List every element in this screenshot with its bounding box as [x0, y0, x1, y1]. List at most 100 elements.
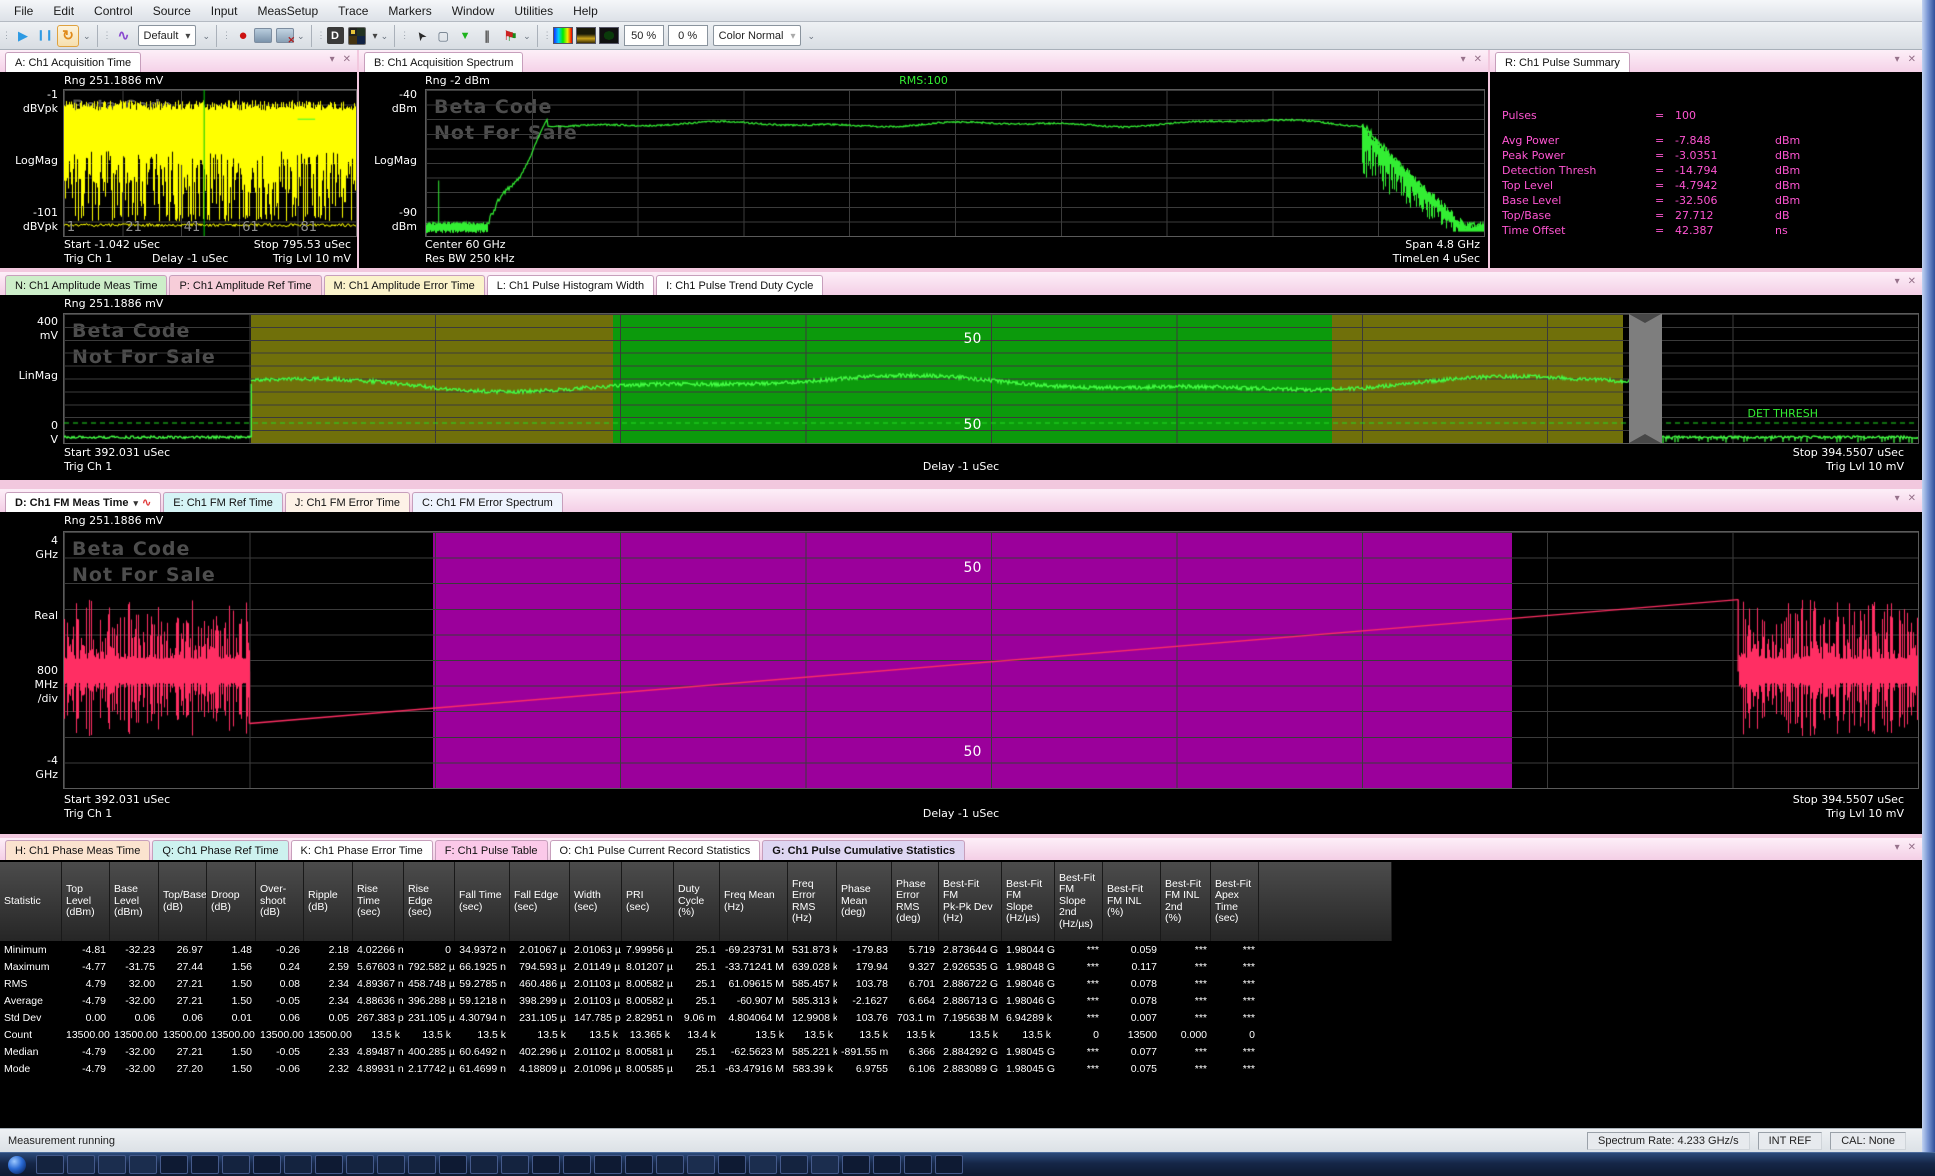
taskbar-item[interactable] — [377, 1155, 405, 1174]
start-button[interactable] — [8, 1156, 26, 1174]
amplitude-tab-0[interactable]: N: Ch1 Amplitude Meas Time — [5, 275, 167, 295]
taskbar-item[interactable] — [315, 1155, 343, 1174]
acq-time-plot[interactable]: Beta CodeNot For Sale 121416181 — [63, 89, 357, 237]
tab-pulse-summary[interactable]: R: Ch1 Pulse Summary — [1495, 52, 1630, 72]
tab-acquisition-time[interactable]: A: Ch1 Acquisition Time — [5, 52, 141, 72]
table-row[interactable]: Median-4.79-32.0027.211.50-0.052.334.894… — [0, 1043, 1259, 1060]
phase-tab-0[interactable]: H: Ch1 Phase Meas Time — [5, 840, 150, 860]
trigger-icon[interactable] — [114, 26, 134, 46]
taskbar-item[interactable] — [842, 1155, 870, 1174]
collapse-icon[interactable] — [1895, 493, 1900, 504]
taskbar-item[interactable] — [904, 1155, 932, 1174]
close-icon[interactable] — [1908, 54, 1916, 65]
menu-control[interactable]: Control — [84, 2, 143, 20]
taskbar-item[interactable] — [439, 1155, 467, 1174]
trace-d-button[interactable]: D — [327, 27, 344, 44]
taskbar-item[interactable] — [98, 1155, 126, 1174]
layout-grid-icon[interactable] — [348, 27, 366, 45]
pause-button[interactable] — [35, 26, 55, 46]
amplitude-tab-1[interactable]: P: Ch1 Amplitude Ref Time — [169, 275, 321, 295]
taskbar-item[interactable] — [532, 1155, 560, 1174]
taskbar-item[interactable] — [811, 1155, 839, 1174]
taskbar-item[interactable] — [470, 1155, 498, 1174]
marker-triangle-icon[interactable] — [455, 26, 475, 46]
taskbar-item[interactable] — [160, 1155, 188, 1174]
taskbar-item[interactable] — [36, 1155, 64, 1174]
colormap-spectrum-icon[interactable] — [576, 27, 596, 44]
taskbar-item[interactable] — [718, 1155, 746, 1174]
table-row[interactable]: Average-4.79-32.0027.211.50-0.052.344.88… — [0, 992, 1259, 1009]
intensity-percent-field[interactable]: 50 % — [624, 25, 664, 46]
delete-trace-icon[interactable] — [276, 28, 294, 43]
preset-select[interactable]: Default — [138, 25, 197, 46]
collapse-icon[interactable] — [1895, 54, 1900, 65]
acq-spectrum-plot[interactable]: Beta CodeNot For Sale — [425, 89, 1485, 237]
fm-tab-3[interactable]: C: Ch1 FM Error Spectrum — [412, 492, 563, 512]
table-row[interactable]: Mode-4.79-32.0027.201.50-0.062.324.89931… — [0, 1060, 1259, 1077]
gate-slider[interactable] — [1629, 314, 1662, 443]
chevron-down-icon[interactable] — [129, 497, 139, 509]
taskbar-item[interactable] — [67, 1155, 95, 1174]
menu-source[interactable]: Source — [143, 2, 201, 20]
amplitude-tab-2[interactable]: M: Ch1 Amplitude Error Time — [324, 275, 485, 295]
overflow-chevron-icon[interactable] — [80, 30, 94, 42]
fm-tab-0[interactable]: D: Ch1 FM Meas Time — [5, 492, 161, 512]
flag-marker-icon[interactable] — [499, 26, 519, 46]
menu-markers[interactable]: Markers — [378, 2, 441, 20]
colormap-dark-icon[interactable] — [599, 27, 619, 44]
menu-utilities[interactable]: Utilities — [504, 2, 563, 20]
table-row[interactable]: RMS4.7932.0027.211.500.082.344.89367 n45… — [0, 975, 1259, 992]
phase-tab-4[interactable]: O: Ch1 Pulse Current Record Statistics — [550, 840, 761, 860]
taskbar-item[interactable] — [501, 1155, 529, 1174]
overflow-chevron-icon[interactable] — [294, 30, 308, 42]
taskbar-item[interactable] — [346, 1155, 374, 1174]
phase-tab-5[interactable]: G: Ch1 Pulse Cumulative Statistics — [762, 840, 965, 860]
amplitude-tab-3[interactable]: L: Ch1 Pulse Histogram Width — [487, 275, 654, 295]
table-row[interactable]: Minimum-4.81-32.2326.971.48-0.262.184.02… — [0, 941, 1259, 958]
collapse-icon[interactable] — [1461, 54, 1466, 65]
taskbar-item[interactable] — [780, 1155, 808, 1174]
table-row[interactable]: Maximum-4.77-31.7527.441.560.242.595.676… — [0, 958, 1259, 975]
collapse-icon[interactable] — [330, 54, 335, 65]
color-mode-select[interactable]: Color Normal — [713, 25, 802, 46]
overflow-chevron-icon[interactable] — [199, 30, 213, 42]
copy-screen-icon[interactable] — [254, 28, 272, 43]
chevron-down-icon[interactable] — [366, 30, 378, 42]
fm-tab-1[interactable]: E: Ch1 FM Ref Time — [163, 492, 283, 512]
taskbar-item[interactable] — [594, 1155, 622, 1174]
menu-meassetup[interactable]: MeasSetup — [247, 2, 328, 20]
menu-trace[interactable]: Trace — [328, 2, 378, 20]
tab-acquisition-spectrum[interactable]: B: Ch1 Acquisition Spectrum — [364, 52, 523, 72]
collapse-icon[interactable] — [1895, 276, 1900, 287]
amp-plot[interactable]: Beta CodeNot For Sale 50 50 DET THRESH — [63, 313, 1919, 444]
overflow-chevron-icon[interactable] — [520, 30, 534, 42]
menu-window[interactable]: Window — [442, 2, 505, 20]
menu-input[interactable]: Input — [201, 2, 248, 20]
overflow-chevron-icon[interactable] — [804, 30, 818, 42]
fm-tab-2[interactable]: J: Ch1 FM Error Time — [285, 492, 410, 512]
taskbar-item[interactable] — [749, 1155, 777, 1174]
close-icon[interactable] — [1908, 842, 1916, 853]
band-marker-icon[interactable] — [477, 26, 497, 46]
taskbar-item[interactable] — [873, 1155, 901, 1174]
close-icon[interactable] — [343, 54, 351, 65]
table-row[interactable]: Std Dev0.000.060.060.010.060.05267.383 p… — [0, 1009, 1259, 1026]
colormap-rainbow-icon[interactable] — [553, 27, 573, 44]
taskbar-item[interactable] — [625, 1155, 653, 1174]
play-button[interactable] — [13, 26, 33, 46]
cal-readout[interactable]: CAL: None — [1830, 1132, 1906, 1150]
close-icon[interactable] — [1908, 493, 1916, 504]
taskbar-item[interactable] — [563, 1155, 591, 1174]
taskbar-item[interactable] — [129, 1155, 157, 1174]
phase-tab-2[interactable]: K: Ch1 Phase Error Time — [291, 840, 433, 860]
phase-tab-3[interactable]: F: Ch1 Pulse Table — [435, 840, 548, 860]
taskbar-item[interactable] — [656, 1155, 684, 1174]
menu-edit[interactable]: Edit — [43, 2, 84, 20]
taskbar-item[interactable] — [935, 1155, 963, 1174]
record-button[interactable] — [233, 26, 253, 46]
zoom-select-icon[interactable] — [433, 26, 453, 46]
reference-readout[interactable]: INT REF — [1758, 1132, 1823, 1150]
collapse-icon[interactable] — [1895, 842, 1900, 853]
close-icon[interactable] — [1908, 276, 1916, 287]
pointer-tool-icon[interactable] — [411, 26, 431, 46]
